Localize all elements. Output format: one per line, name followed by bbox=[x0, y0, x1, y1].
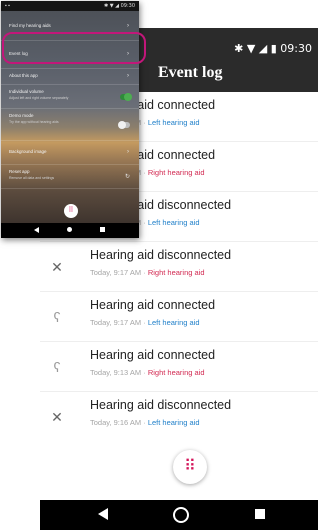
event-side: Right hearing aid bbox=[147, 368, 205, 377]
event-title: Hearing aid disconnected bbox=[90, 398, 232, 412]
toggle-switch[interactable] bbox=[118, 121, 130, 129]
event-side: Right hearing aid bbox=[147, 268, 205, 277]
back-icon[interactable] bbox=[34, 227, 39, 233]
event-row[interactable]: ✕ Hearing aid disconnected Today, 9:16 AM … bbox=[40, 394, 318, 442]
event-side: Left hearing aid bbox=[147, 218, 200, 227]
menu-item[interactable]: About this app › bbox=[1, 69, 139, 85]
overlay-nav-bar bbox=[1, 223, 139, 238]
hearing-aid-disconnected-icon: ✕ bbox=[51, 409, 63, 425]
grid-icon: ⠿ bbox=[184, 458, 196, 475]
menu-item-description: Try the app without hearing aids bbox=[9, 120, 59, 124]
event-time: Today, 9:17 AM · bbox=[90, 318, 148, 327]
event-row[interactable]: ʕ Hearing aid connected Today, 9:13 AM · R… bbox=[40, 344, 318, 392]
event-time: Today, 9:16 AM · bbox=[90, 418, 148, 427]
overlay-status-right: ✱ ▼ ◢ 09:30 bbox=[103, 3, 135, 9]
event-subtitle: Today, 9:13 AM · Right hearing aid bbox=[90, 368, 205, 377]
event-title: Hearing aid disconnected bbox=[90, 248, 232, 262]
overlay-grid-button[interactable]: ⠿ bbox=[64, 204, 78, 218]
chevron-right-icon: › bbox=[127, 23, 129, 29]
event-row[interactable]: ʕ Hearing aid connected Today, 9:17 AM · L… bbox=[40, 294, 318, 342]
chevron-right-icon: › bbox=[127, 149, 129, 155]
overlay-status-left: ▪ ▪ bbox=[5, 3, 10, 9]
grid-menu-button[interactable]: ⠿ bbox=[173, 450, 207, 484]
menu-item[interactable]: Background image › bbox=[1, 141, 139, 165]
status-bar: ✱ ▼ ◢ ▮ 09:30 bbox=[234, 42, 312, 55]
event-title: Hearing aid connected bbox=[90, 298, 216, 312]
divider bbox=[40, 241, 318, 242]
home-icon[interactable] bbox=[173, 507, 189, 523]
toggle-switch[interactable] bbox=[120, 93, 132, 101]
android-nav-bar bbox=[40, 500, 318, 530]
menu-item-description: Adjust left and right volume separately bbox=[9, 96, 69, 100]
hearing-aid-connected-icon: ʕ bbox=[53, 359, 61, 375]
divider bbox=[40, 291, 318, 292]
menu-item-label: Individual volume bbox=[9, 89, 44, 94]
event-side: Left hearing aid bbox=[147, 318, 200, 327]
event-log-highlight bbox=[2, 32, 146, 64]
menu-item-label: Background image bbox=[9, 149, 47, 154]
event-title: Hearing aid connected bbox=[90, 348, 216, 362]
status-time: 09:30 bbox=[280, 42, 312, 55]
event-time: Today, 9:13 AM · bbox=[90, 368, 148, 377]
reset-icon: ↻ bbox=[124, 174, 130, 180]
menu-item-label: Find my hearing aids bbox=[9, 23, 51, 28]
event-side: Left hearing aid bbox=[147, 418, 200, 427]
recents-icon[interactable] bbox=[100, 227, 105, 232]
menu-item-label: Reset app bbox=[9, 169, 30, 174]
home-icon[interactable] bbox=[67, 227, 72, 232]
event-side: Right hearing aid bbox=[147, 168, 205, 177]
menu-item[interactable]: Demo mode Try the app without hearing aid… bbox=[1, 109, 139, 141]
overlay-status-bar: ▪ ▪ ✱ ▼ ◢ 09:30 bbox=[1, 1, 139, 11]
divider bbox=[40, 391, 318, 392]
back-icon[interactable] bbox=[98, 508, 108, 520]
recents-icon[interactable] bbox=[255, 509, 265, 519]
divider bbox=[1, 188, 139, 189]
event-subtitle: Today, 9:17 AM · Left hearing aid bbox=[90, 318, 200, 327]
event-side: Left hearing aid bbox=[147, 118, 200, 127]
menu-item[interactable]: Reset app Remove all data and settings ↻ bbox=[1, 165, 139, 189]
event-time: Today, 9:17 AM · bbox=[90, 268, 148, 277]
status-icons: ✱ ▼ ◢ ▮ bbox=[234, 42, 277, 55]
toggle-knob bbox=[124, 93, 132, 101]
hearing-aid-disconnected-icon: ✕ bbox=[51, 259, 63, 275]
toggle-knob bbox=[118, 121, 126, 129]
menu-item-description: Remove all data and settings bbox=[9, 176, 55, 180]
menu-item[interactable]: Individual volume Adjust left and right v… bbox=[1, 85, 139, 109]
event-subtitle: Today, 9:17 AM · Right hearing aid bbox=[90, 268, 205, 277]
grid-icon: ⠿ bbox=[68, 207, 74, 214]
menu-item-label: Demo mode bbox=[9, 113, 34, 118]
page-title: Event log bbox=[158, 64, 223, 81]
menu-item-label: About this app bbox=[9, 73, 38, 78]
event-row[interactable]: ✕ Hearing aid disconnected Today, 9:17 AM … bbox=[40, 244, 318, 292]
event-subtitle: Today, 9:16 AM · Left hearing aid bbox=[90, 418, 200, 427]
divider bbox=[40, 341, 318, 342]
chevron-right-icon: › bbox=[127, 73, 129, 79]
hearing-aid-connected-icon: ʕ bbox=[53, 309, 61, 325]
